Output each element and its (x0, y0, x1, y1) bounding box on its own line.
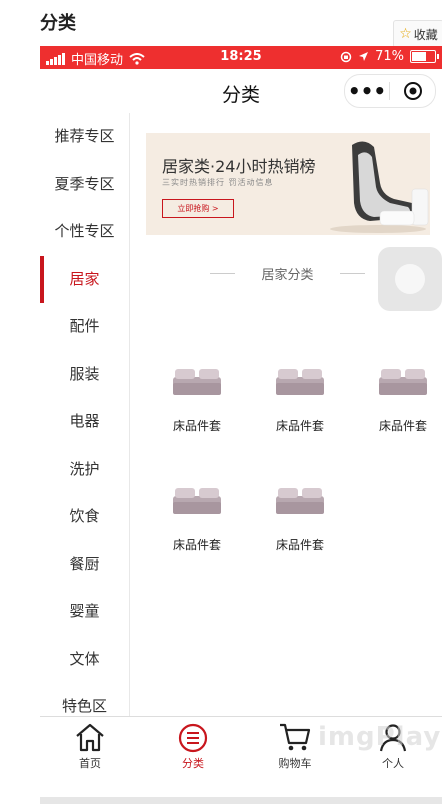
sidebar-item[interactable]: 文体 (40, 636, 129, 684)
product-item[interactable]: 床品件套 (147, 482, 247, 553)
product-item[interactable]: 床品件套 (250, 363, 350, 434)
promo-banner[interactable]: 居家类·24小时热销榜 三实时热销排行 罚活动信息 立即抢购 > (146, 133, 430, 235)
bed-image (173, 488, 221, 514)
cart-icon (280, 723, 311, 751)
sidebar-item[interactable]: 夏季专区 (40, 161, 129, 209)
home-icon (76, 723, 104, 752)
tab-home[interactable]: 首页 (40, 717, 140, 771)
battery-percent: 71% (375, 49, 404, 64)
category-content: 居家类·24小时热销榜 三实时热销排行 罚活动信息 立即抢购 > 居家分类 床品… (130, 113, 442, 716)
massage-chair-image (330, 141, 429, 233)
category-icon (178, 723, 208, 753)
mini-program-capsule: ••• (344, 74, 436, 108)
product-item[interactable]: 床品件套 (147, 363, 247, 434)
sidebar-item[interactable]: 服装 (40, 351, 129, 399)
product-name: 床品件套 (275, 419, 324, 433)
favorite-label: 收藏 (413, 27, 438, 42)
tab-label: 购物车 (278, 757, 312, 770)
star-icon: ☆ (399, 26, 412, 42)
tab-label: 个人 (382, 757, 404, 770)
bed-image (276, 488, 324, 514)
tab-label: 分类 (182, 757, 204, 770)
product-name: 床品件套 (172, 538, 221, 552)
product-item[interactable]: 床品件套 (250, 482, 350, 553)
sidebar-item[interactable]: 居家 (40, 255, 129, 304)
location-icon (359, 52, 369, 61)
sidebar-item[interactable]: 婴童 (40, 588, 129, 636)
sidebar-item[interactable]: 餐厨 (40, 541, 129, 589)
status-bar: 中国移动 18:25 71% (40, 46, 442, 69)
product-name: 床品件套 (275, 538, 324, 552)
tab-label: 首页 (79, 757, 101, 770)
rotation-lock-icon (340, 51, 352, 62)
product-name: 床品件套 (378, 419, 427, 433)
divider-line (340, 273, 365, 274)
banner-subtitle: 三实时热销排行 罚活动信息 (162, 178, 274, 187)
more-icon[interactable]: ••• (345, 81, 389, 101)
product-name: 床品件套 (172, 419, 221, 433)
floating-assistive-button[interactable] (378, 247, 442, 311)
assistive-touch-icon (395, 264, 425, 294)
watermark: imgPlay (318, 722, 442, 752)
sidebar-item[interactable]: 配件 (40, 303, 129, 351)
favorite-button[interactable]: ☆ 收藏 (393, 20, 442, 48)
sidebar-item[interactable]: 洗护 (40, 446, 129, 494)
sidebar-item[interactable]: 个性专区 (40, 208, 129, 256)
bottom-bar (40, 797, 442, 804)
tab-category[interactable]: 分类 (143, 717, 243, 771)
banner-title: 居家类·24小时热销榜 (162, 157, 316, 176)
battery-icon (410, 50, 439, 63)
bed-image (379, 369, 427, 395)
category-sidebar: 推荐专区 夏季专区 个性专区 居家 配件 服装 电器 洗护 饮食 餐厨 婴童 文… (40, 113, 130, 716)
phone-screen: 中国移动 18:25 71% 分类 ••• 推荐专区 夏季专区 个性专区 居家 … (40, 46, 442, 804)
sidebar-item[interactable]: 电器 (40, 398, 129, 446)
bed-image (276, 369, 324, 395)
sidebar-item[interactable]: 推荐专区 (40, 113, 129, 161)
close-target-icon[interactable] (390, 81, 435, 101)
bed-image (173, 369, 221, 395)
sidebar-item[interactable]: 饮食 (40, 493, 129, 541)
page-heading: 分类 (40, 13, 76, 34)
buy-now-button[interactable]: 立即抢购 > (162, 199, 234, 218)
nav-bar: 分类 ••• (40, 69, 442, 113)
product-item[interactable]: 床品件套 (353, 363, 442, 434)
